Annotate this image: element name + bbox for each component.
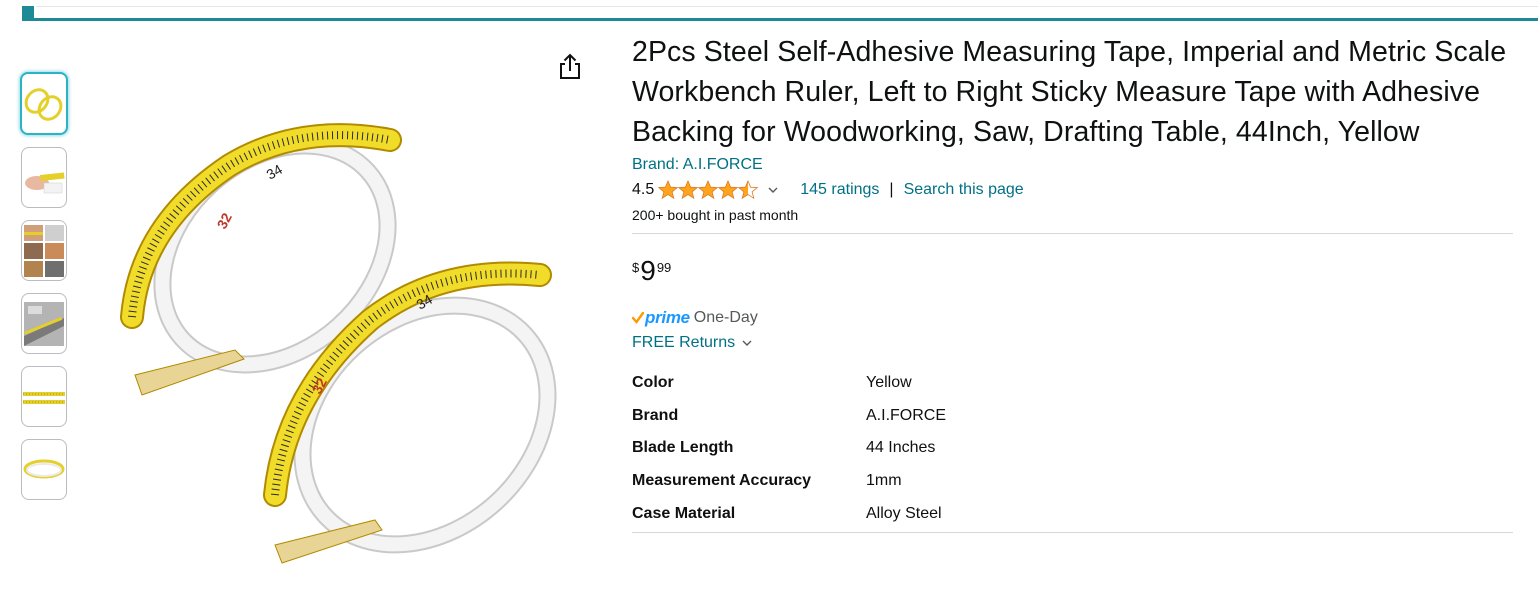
prime-logo: prime [645, 308, 690, 327]
divider [632, 531, 1513, 533]
rating-value: 4.5 [632, 181, 655, 198]
product-title: 2Pcs Steel Self-Adhesive Measuring Tape,… [632, 36, 1507, 148]
svg-text:34: 34 [264, 161, 286, 183]
rating-row: 4.5 145 ratings | Search this page [632, 178, 1522, 202]
thumbnail-hand-holding-tape[interactable] [21, 147, 67, 208]
svg-text:32: 32 [214, 210, 236, 231]
search-this-page-link[interactable]: Search this page [904, 181, 1024, 199]
brand-link[interactable]: Brand: A.I.FORCE [632, 155, 763, 175]
thumbnail-tape-strip[interactable] [21, 366, 67, 427]
thumbnail-workshop-collage[interactable] [21, 220, 67, 281]
product-info-panel: 2Pcs Steel Self-Adhesive Measuring Tape,… [632, 32, 1522, 533]
spec-value: Yellow [866, 374, 912, 392]
spec-label: Blade Length [632, 439, 734, 457]
tape-coil-front: 32 34 [263, 261, 557, 564]
tape-coil-back: 32 34 [120, 123, 402, 396]
spec-row: Blade Length 44 Inches [632, 432, 1522, 465]
top-accent-line [0, 0, 1538, 24]
main-product-image[interactable]: 32 34 32 34 [120, 105, 580, 570]
price-whole: 9 [640, 255, 656, 286]
free-returns-link[interactable]: FREE Returns [632, 334, 1522, 352]
spec-row: Measurement Accuracy 1mm [632, 465, 1522, 498]
spec-value: Alloy Steel [866, 504, 942, 522]
star-rating[interactable] [658, 180, 760, 200]
spec-label: Brand [632, 406, 679, 424]
ratings-count-link[interactable]: 145 ratings [800, 181, 879, 199]
price: $ 9 99 [632, 254, 1522, 290]
share-icon[interactable] [556, 52, 584, 82]
divider [632, 233, 1513, 234]
spec-value: 1mm [866, 472, 902, 490]
price-symbol: $ [632, 260, 640, 275]
spec-row: Case Material Alloy Steel [632, 497, 1522, 530]
thumbnail-strip [20, 72, 71, 512]
spec-value: A.I.FORCE [866, 406, 947, 424]
spec-value: 44 Inches [866, 439, 936, 457]
spec-row: Brand A.I.FORCE [632, 400, 1522, 433]
prime-one-day-label: One-Day [693, 309, 758, 326]
bought-count: 200+ bought in past month [632, 207, 799, 223]
prime-badge[interactable]: prime One-Day [632, 307, 1522, 329]
spec-label: Measurement Accuracy [632, 472, 812, 490]
spec-label: Case Material [632, 504, 736, 522]
free-returns-label: FREE Returns [632, 334, 736, 351]
thumbnail-single-coil[interactable] [21, 439, 67, 500]
spec-label: Color [632, 374, 674, 392]
prime-check-icon [632, 312, 644, 324]
price-fraction: 99 [656, 260, 672, 275]
spec-row: Color Yellow [632, 367, 1522, 400]
stars-icon [658, 180, 759, 199]
separator: | [889, 181, 894, 198]
product-specs-table: Color Yellow Brand A.I.FORCE Blade Lengt… [632, 367, 1522, 530]
chevron-down-icon[interactable] [768, 186, 778, 194]
thumbnail-tape-coils[interactable] [20, 72, 68, 135]
chevron-down-icon [742, 334, 752, 352]
thumbnail-table-saw[interactable] [21, 293, 67, 354]
